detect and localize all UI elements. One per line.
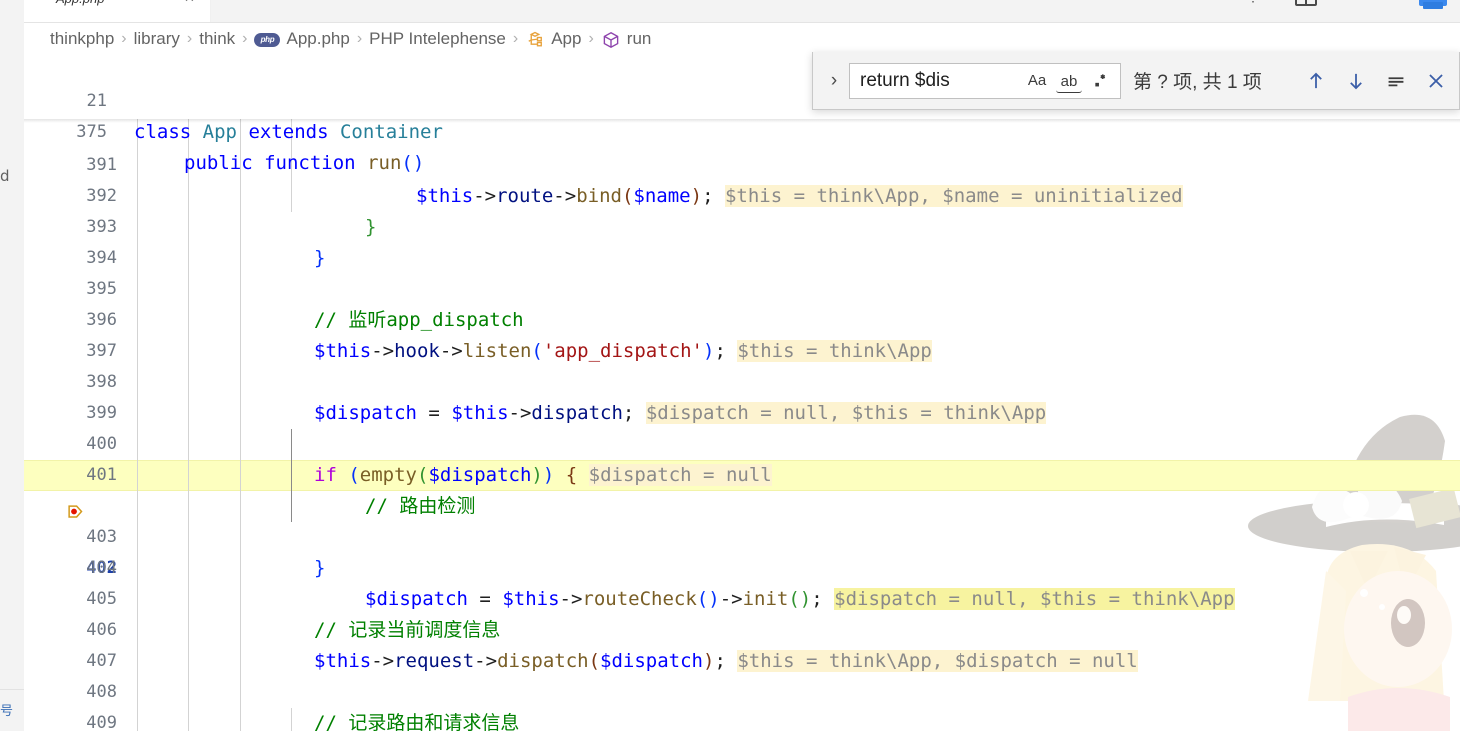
indent-guide <box>137 119 138 731</box>
editor-tab-app-php[interactable]: App.php ✕ <box>24 0 211 22</box>
code-text: // 记录路由和请求信息 <box>314 708 519 731</box>
code-text: $dispatch = $this->routeCheck()->init();… <box>365 584 1235 615</box>
breadcrumb-item-think[interactable]: think <box>199 29 235 49</box>
breadcrumb-item-app-php[interactable]: App.php <box>286 29 349 49</box>
code-text: } <box>365 212 376 243</box>
line-number: 395 <box>44 274 117 305</box>
breadcrumb-separator: › <box>588 30 593 48</box>
line-number: 404 <box>44 553 117 584</box>
vscode-editor-window: d 号 App.php ✕ ⋮ thinkphp › library › thi… <box>0 0 1460 731</box>
line-number: 394 <box>44 243 117 274</box>
inline-debug-value: $this = think\App, $name = uninitialized <box>725 185 1183 207</box>
left-strip-ghost-text-2: 号 <box>0 700 13 719</box>
breadcrumb-separator: › <box>357 30 362 48</box>
match-case-icon[interactable]: Aa <box>1024 68 1050 94</box>
line-number: 398 <box>44 367 117 398</box>
close-icon[interactable]: ✕ <box>184 0 195 6</box>
code-text: } <box>314 243 325 274</box>
indent-guide <box>188 119 189 731</box>
next-match-icon[interactable] <box>1343 68 1369 94</box>
line-number: 407 <box>44 646 117 677</box>
code-text: // 监听app_dispatch <box>314 305 524 336</box>
code-text: $this->hook->listen('app_dispatch'); $th… <box>314 336 932 367</box>
breadcrumb: thinkphp › library › think › php App.php… <box>24 23 1460 55</box>
line-number: 401 <box>44 460 117 491</box>
sticky-code-text: public function run() <box>184 148 424 179</box>
find-in-selection-icon[interactable] <box>1383 68 1409 94</box>
indent-guide <box>240 119 241 731</box>
use-regex-icon[interactable] <box>1088 68 1114 94</box>
find-options: Aa ab <box>1024 68 1120 94</box>
breadcrumb-separator: › <box>121 30 126 48</box>
code-text: // 记录当前调度信息 <box>314 615 500 646</box>
inline-debug-value: $dispatch = null <box>589 464 772 486</box>
line-number: 396 <box>44 305 117 336</box>
chevron-right-icon[interactable]: › <box>823 70 845 92</box>
previous-match-icon[interactable] <box>1303 68 1329 94</box>
code-text: if (empty($dispatch)) { $dispatch = null <box>314 460 772 491</box>
indent-guide <box>291 708 292 731</box>
code-editor[interactable]: 391 $this->route->bind($name); $this = t… <box>24 119 1460 731</box>
line-number: 375 <box>24 117 107 148</box>
sticky-code-text: class App extends Container <box>134 117 443 148</box>
line-number: 408 <box>44 677 117 708</box>
find-input-box[interactable]: return $dis Aa ab <box>849 63 1121 99</box>
code-text: // 路由检测 <box>365 491 475 522</box>
inline-debug-value: $dispatch = null, $this = think\App <box>834 588 1234 610</box>
breadcrumb-item-thinkphp[interactable]: thinkphp <box>50 29 114 49</box>
panel-icon[interactable] <box>1419 0 1447 6</box>
inline-debug-value: $this = think\App, $dispatch = null <box>737 650 1137 672</box>
line-number: 400 <box>44 429 117 460</box>
line-number: 405 <box>44 584 117 615</box>
class-icon <box>525 30 545 50</box>
breadcrumb-separator: › <box>513 30 518 48</box>
left-strip-ghost-text-1: d <box>0 167 10 185</box>
breadcrumb-item-app[interactable]: App <box>551 29 581 49</box>
inline-debug-value: $this = think\App <box>737 340 931 362</box>
line-number: 397 <box>44 336 117 367</box>
find-actions <box>1303 68 1459 94</box>
code-text: $this->request->dispatch($dispatch); $th… <box>314 646 1138 677</box>
breakpoint-icon[interactable] <box>32 468 47 483</box>
search-input[interactable]: return $dis <box>860 70 1024 92</box>
active-indent-guide <box>291 429 292 522</box>
breadcrumb-separator: › <box>187 30 192 48</box>
match-whole-word-icon[interactable]: ab <box>1056 72 1082 93</box>
line-number: 406 <box>44 615 117 646</box>
breadcrumb-item-run[interactable]: run <box>627 29 652 49</box>
editor-tab-strip: App.php ✕ ⋮ <box>24 0 1460 23</box>
line-number: 399 <box>44 398 117 429</box>
find-widget[interactable]: › return $dis Aa ab 第 ? 项, 共 1 项 <box>812 52 1460 110</box>
line-number: 393 <box>44 212 117 243</box>
breadcrumb-separator: › <box>242 30 247 48</box>
php-file-icon: php <box>254 33 280 47</box>
inline-debug-value: $dispatch = null, $this = think\App <box>646 402 1046 424</box>
split-editor-icon[interactable] <box>1295 0 1317 6</box>
activity-bar-strip: d 号 <box>0 0 25 731</box>
editor-tab-label: App.php <box>56 0 104 6</box>
line-number: 409 <box>44 708 117 731</box>
code-text: } <box>314 553 325 584</box>
code-text: $this->route->bind($name); $this = think… <box>416 181 1183 212</box>
breadcrumb-item-library[interactable]: library <box>134 29 180 49</box>
code-text: $dispatch = $this->dispatch; $dispatch =… <box>314 398 1046 429</box>
breadcrumb-item-php-intelephense[interactable]: PHP Intelephense <box>369 29 506 49</box>
left-strip-divider <box>0 689 24 690</box>
method-icon <box>601 30 621 50</box>
match-count-label: 第 ? 项, 共 1 项 <box>1133 67 1262 94</box>
more-icon[interactable]: ⋮ <box>1246 0 1260 5</box>
close-find-icon[interactable] <box>1423 68 1449 94</box>
